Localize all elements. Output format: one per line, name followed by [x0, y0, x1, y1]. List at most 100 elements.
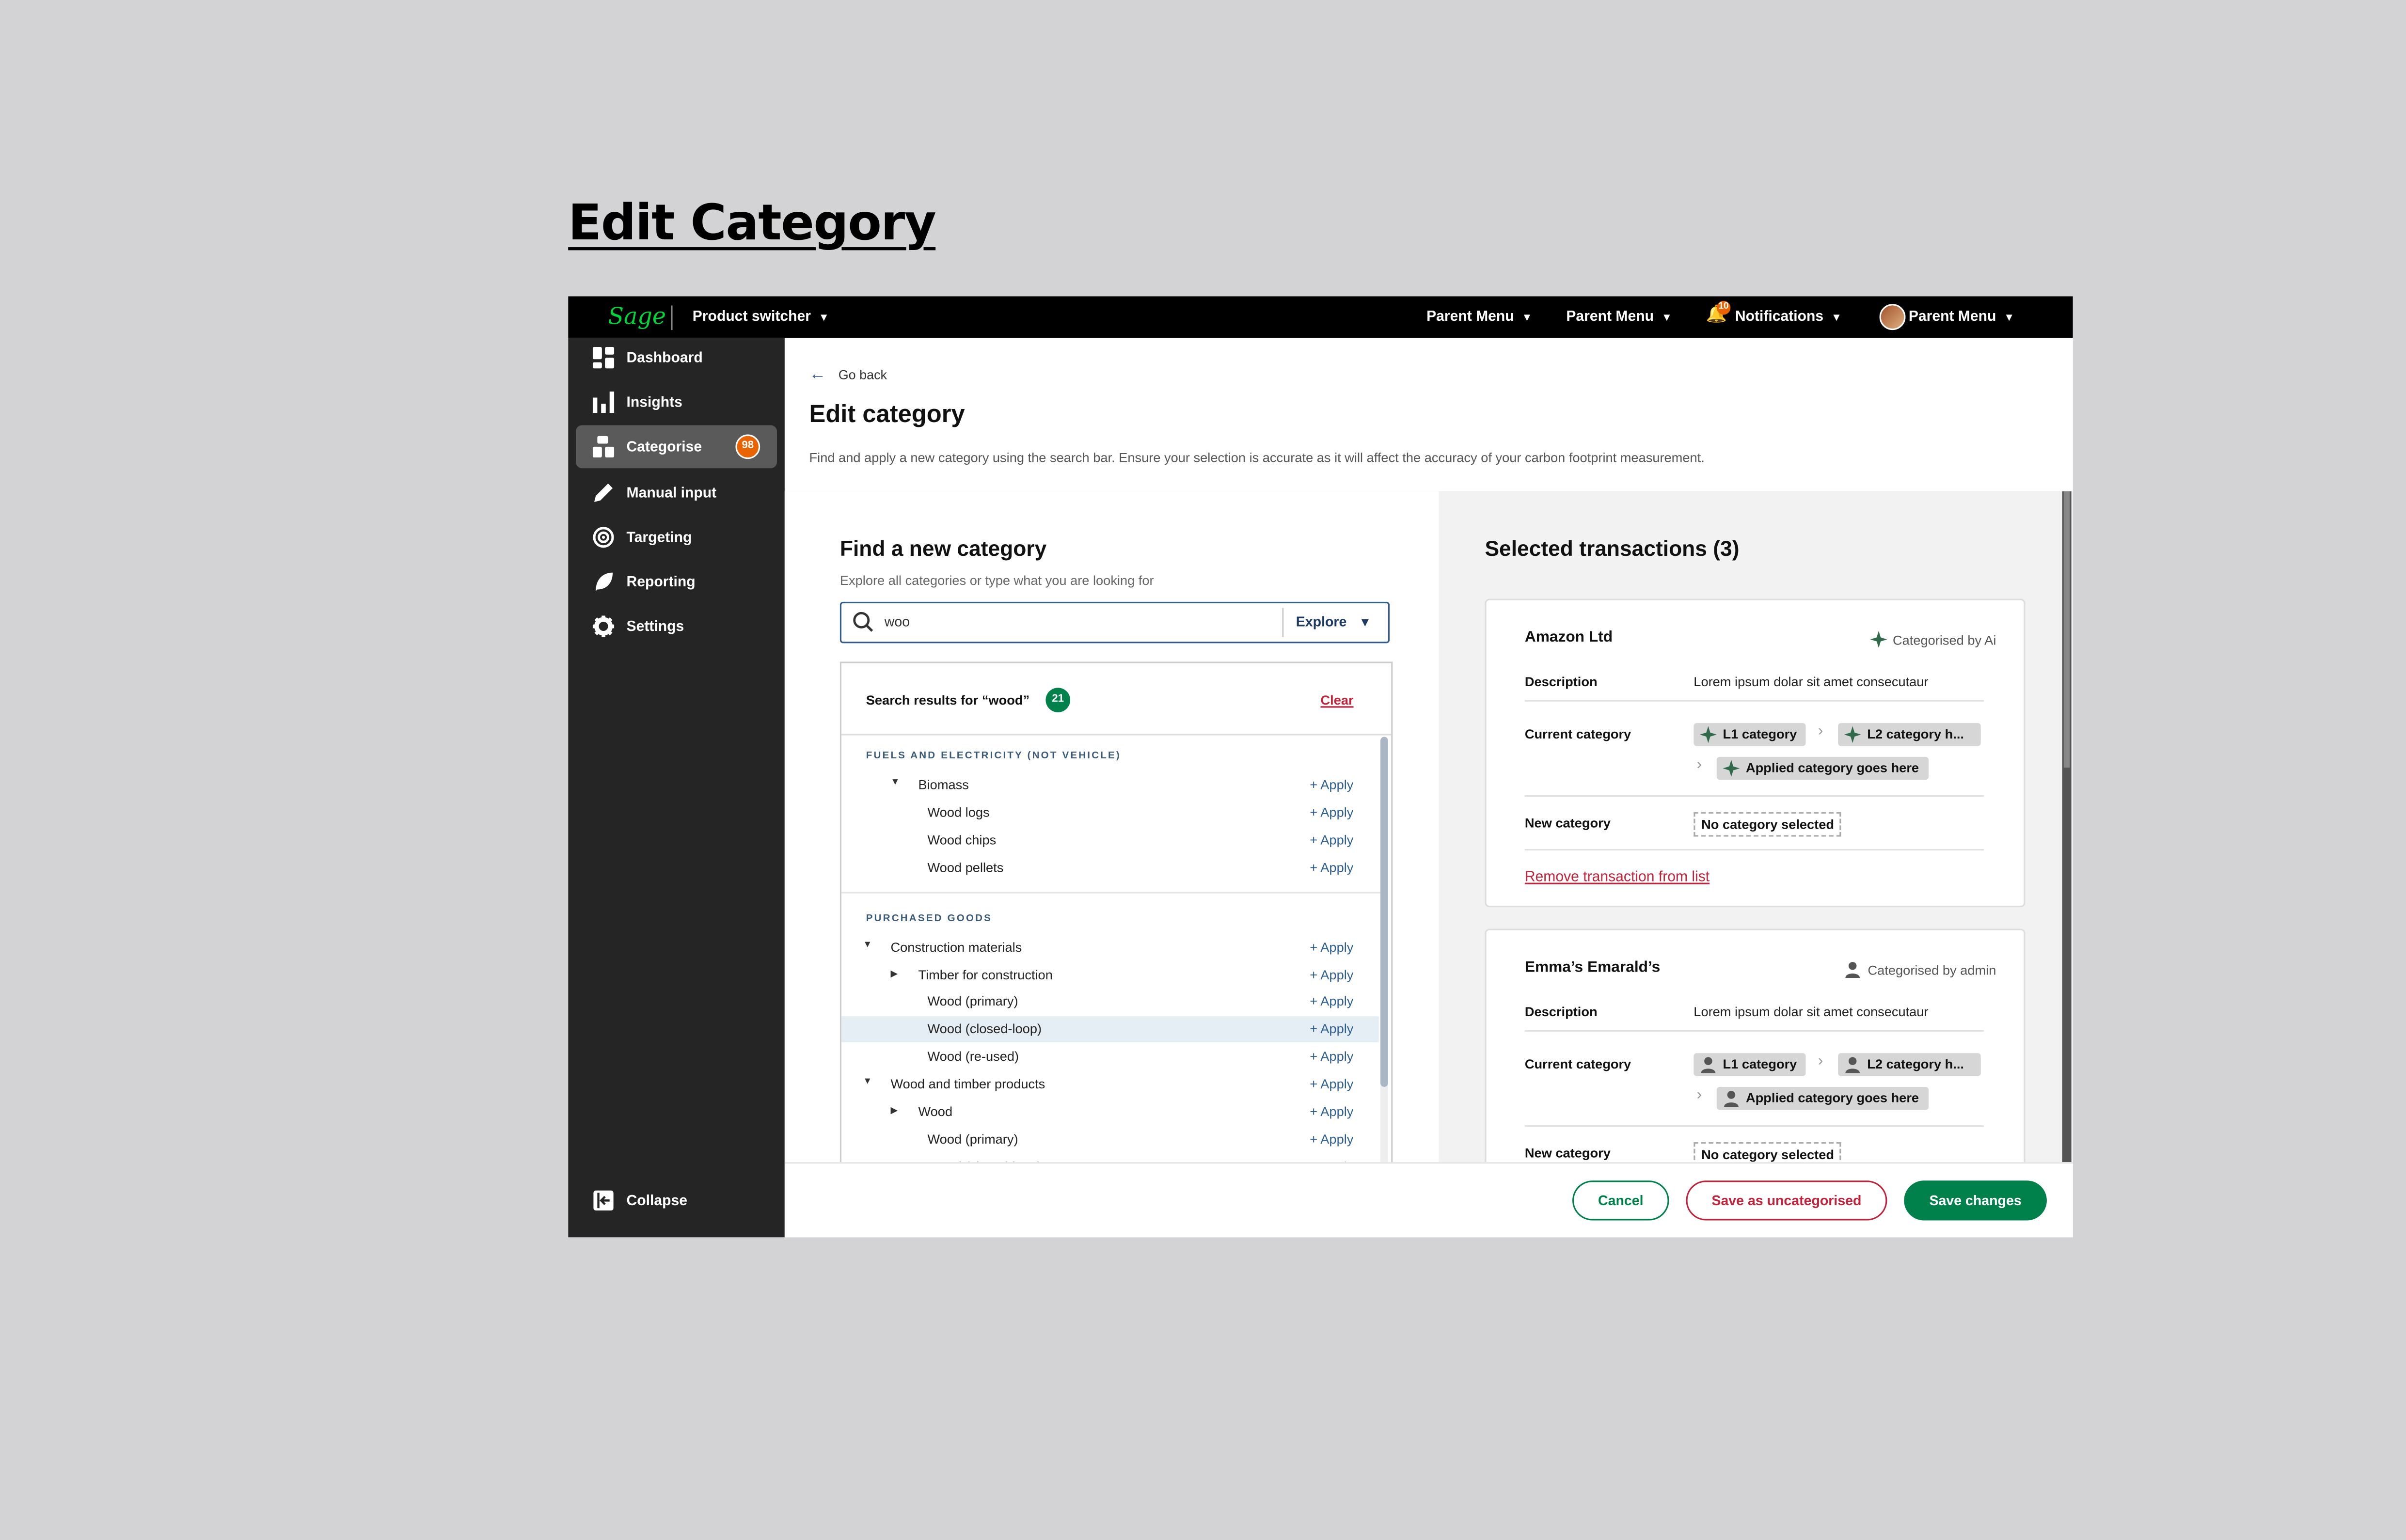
sidebar-collapse-button[interactable]: Collapse — [576, 1179, 777, 1222]
section-label: FUELS AND ELECTRICITY (NOT VEHICLE) — [866, 751, 1121, 762]
sidebar-item-reporting[interactable]: Reporting — [576, 560, 777, 603]
target-icon — [593, 527, 614, 548]
l2-category-pill: L2 category h... — [1838, 1053, 1981, 1076]
caret-right-icon[interactable]: ▶ — [890, 1105, 898, 1116]
sidebar: Dashboard Insights Categorise 98 Manual … — [568, 336, 785, 1238]
result-label: Wood chips — [927, 832, 997, 848]
merchant-name: Amazon Ltd — [1524, 629, 1613, 646]
apply-button[interactable]: + Apply — [1310, 1131, 1353, 1147]
profile-menu-label: Parent Menu — [1908, 308, 1996, 326]
apply-button[interactable]: + Apply — [1310, 832, 1353, 847]
result-row[interactable]: Wood (closed-loop) + Apply — [841, 1017, 1379, 1043]
page-heading: Edit Category — [568, 193, 936, 252]
search-bar: Explore ▼ — [839, 601, 1390, 644]
sage-logo[interactable]: Sage — [608, 302, 666, 330]
merchant-name: Emma’s Emarald’s — [1524, 959, 1661, 976]
result-label: Timber for construction — [918, 966, 1053, 982]
new-category-value[interactable]: No category selected — [1694, 1142, 1842, 1163]
result-row[interactable]: ▶ Timber for construction + Apply — [841, 962, 1379, 988]
result-label: Wood (primary) — [927, 993, 1018, 1009]
result-row[interactable]: Wood logs + Apply — [841, 800, 1379, 826]
applied-category-pill: Applied category goes here — [1716, 1086, 1929, 1110]
chevron-right-icon: › — [1696, 1086, 1702, 1104]
save-as-uncategorised-button[interactable]: Save as uncategorised — [1686, 1180, 1887, 1221]
result-row[interactable]: Wood (re-used) + Apply — [841, 1044, 1379, 1070]
sparkle-icon — [1844, 726, 1861, 743]
notifications-label: Notifications — [1735, 308, 1824, 326]
caret-down-icon[interactable]: ▼ — [863, 1078, 872, 1087]
apply-button[interactable]: + Apply — [1310, 939, 1353, 955]
new-category-value[interactable]: No category selected — [1694, 812, 1842, 837]
categorised-by-label: Categorised by Ai — [1893, 632, 1996, 648]
categorised-by-badge: Categorised by Ai — [1869, 631, 1996, 648]
dashboard-icon — [592, 346, 615, 369]
sidebar-item-label: Dashboard — [626, 350, 703, 367]
search-results-list: FUELS AND ELECTRICITY (NOT VEHICLE) ▼ Biom… — [841, 735, 1391, 1185]
result-row[interactable]: ▼ Biomass + Apply — [841, 772, 1379, 799]
apply-button[interactable]: + Apply — [1310, 777, 1353, 792]
caret-down-icon[interactable]: ▼ — [863, 941, 872, 950]
result-row[interactable]: ▶ Wood + Apply — [841, 1099, 1379, 1125]
categorise-count-badge: 98 — [735, 434, 760, 459]
result-row[interactable]: Wood chips + Apply — [841, 827, 1379, 853]
collapse-label: Collapse — [626, 1193, 688, 1210]
result-row[interactable]: Wood (primary) + Apply — [841, 989, 1379, 1015]
result-row[interactable]: ▼ Wood and timber products + Apply — [841, 1072, 1379, 1098]
avatar[interactable] — [1879, 304, 1906, 330]
parent-menu-2[interactable]: Parent Menu ▼ — [1566, 309, 1672, 326]
selected-transactions-panel: Selected transactions (3) Amazon Ltd Cate… — [1439, 491, 2073, 1163]
remove-transaction-link[interactable]: Remove transaction from list — [1525, 869, 1710, 886]
applied-category-label: Applied category goes here — [1746, 760, 1919, 775]
apply-button[interactable]: + Apply — [1310, 994, 1353, 1009]
apply-button[interactable]: + Apply — [1310, 859, 1353, 875]
explore-button[interactable]: Explore ▼ — [1296, 614, 1371, 629]
l1-category-label: L1 category — [1723, 726, 1797, 742]
search-separator — [1282, 608, 1284, 637]
sidebar-item-categorise[interactable]: Categorise 98 — [576, 425, 777, 469]
sidebar-item-dashboard[interactable]: Dashboard — [576, 336, 777, 379]
description-value: Lorem ipsum dolar sit amet consecutaur — [1694, 1004, 1929, 1020]
arrow-left-icon: ← — [809, 365, 826, 384]
apply-button[interactable]: + Apply — [1310, 966, 1353, 982]
sidebar-item-settings[interactable]: Settings — [576, 605, 777, 648]
transaction-card: Amazon Ltd Categorised by Ai Description Lo… — [1485, 598, 2026, 908]
profile-menu[interactable]: Parent Menu ▼ — [1909, 309, 2014, 326]
l2-category-pill: L2 category h... — [1838, 723, 1981, 746]
sidebar-item-insights[interactable]: Insights — [576, 381, 777, 424]
results-scrollbar-thumb[interactable] — [1380, 737, 1388, 1087]
person-icon — [1845, 1057, 1860, 1073]
caret-down-icon[interactable]: ▼ — [890, 778, 900, 787]
cancel-button[interactable]: Cancel — [1572, 1180, 1669, 1221]
panel-scrollbar-thumb[interactable] — [2063, 491, 2070, 768]
result-label: Wood (primary) — [927, 1131, 1018, 1147]
go-back-link[interactable]: ← Go back — [809, 365, 887, 384]
transaction-card: Emma’s Emarald’s Categorised by admin Desc… — [1485, 928, 2026, 1163]
apply-button[interactable]: + Apply — [1310, 1076, 1353, 1092]
result-label: Wood and timber products — [890, 1076, 1045, 1092]
search-results-header: Search results for “wood” 21 Clear — [841, 663, 1392, 736]
result-row[interactable]: ▼ Construction materials + Apply — [841, 934, 1379, 960]
search-input[interactable] — [884, 611, 1268, 633]
collapse-icon — [593, 1190, 614, 1210]
save-changes-button[interactable]: Save changes — [1904, 1180, 2047, 1221]
parent-menu-1[interactable]: Parent Menu ▼ — [1426, 309, 1532, 326]
result-row[interactable]: Wood (primary) + Apply — [841, 1127, 1379, 1153]
result-row[interactable]: Wood pellets + Apply — [841, 855, 1379, 881]
person-icon — [1724, 1091, 1739, 1107]
selected-transactions-title: Selected transactions (3) — [1485, 535, 1740, 561]
card-divider — [1524, 849, 1984, 851]
notifications-menu[interactable]: Notifications ▼ — [1735, 309, 1842, 326]
find-category-panel: Find a new category Explore all categori… — [784, 491, 1439, 1187]
product-switcher[interactable]: Product switcher ▼ — [693, 309, 829, 326]
apply-button[interactable]: + Apply — [1310, 1104, 1353, 1119]
caret-right-icon[interactable]: ▶ — [890, 968, 898, 979]
apply-button[interactable]: + Apply — [1310, 1021, 1353, 1037]
sidebar-item-label: Settings — [626, 618, 684, 636]
apply-button[interactable]: + Apply — [1310, 804, 1353, 820]
clear-button[interactable]: Clear — [1320, 692, 1353, 708]
sidebar-item-targeting[interactable]: Targeting — [576, 516, 777, 559]
apply-button[interactable]: + Apply — [1310, 1049, 1353, 1064]
explore-label: Explore — [1296, 614, 1347, 629]
caret-down-icon: ▼ — [1661, 313, 1672, 324]
sidebar-item-manual-input[interactable]: Manual input — [576, 471, 777, 515]
